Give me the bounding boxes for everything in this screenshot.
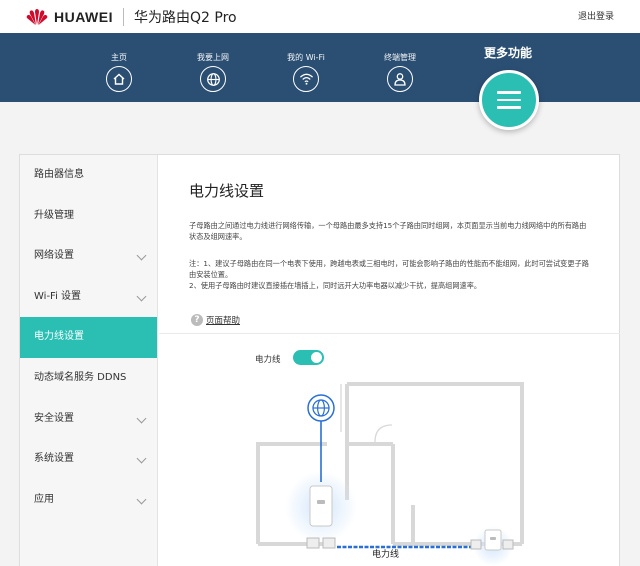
- product-name: 华为路由Q2 Pro: [134, 10, 237, 26]
- more-features-button[interactable]: [479, 70, 539, 130]
- huawei-logo-icon: [26, 9, 48, 25]
- more-features-label: 更多功能: [483, 46, 532, 60]
- sidebar-item-powerline[interactable]: 电力线设置: [20, 317, 157, 358]
- nav-item-home[interactable]: 主页: [89, 53, 149, 92]
- wall-socket-main: [306, 537, 320, 549]
- nav-item-label: 终端管理: [384, 53, 416, 62]
- sidebar-item-label: 安全设置: [34, 412, 74, 424]
- main-router-icon: [309, 485, 333, 527]
- sidebar-item-label: 电力线设置: [34, 331, 84, 343]
- toggle-knob: [311, 352, 322, 363]
- nav-item-label: 我要上网: [197, 53, 229, 62]
- nav-item-label: 我的 Wi-Fi: [287, 53, 325, 62]
- sidebar-item-security[interactable]: 安全设置: [20, 399, 157, 440]
- sidebar-item-label: 升级管理: [34, 209, 74, 221]
- sidebar-item-label: 应用: [34, 493, 54, 505]
- menu-icon: [497, 86, 521, 113]
- powerline-diagram: [256, 382, 524, 566]
- home-icon: [106, 66, 132, 92]
- sidebar-item-wifi[interactable]: Wi-Fi 设置: [20, 277, 157, 318]
- chevron-down-icon: [136, 494, 147, 505]
- section-divider: [159, 333, 620, 334]
- powerline-toggle[interactable]: [293, 350, 324, 365]
- sidebar-item-label: 动态域名服务 DDNS: [34, 371, 127, 383]
- sidebar-item-ddns[interactable]: 动态域名服务 DDNS: [20, 358, 157, 399]
- wifi-icon: [293, 66, 319, 92]
- logout-link[interactable]: 退出登录: [578, 9, 614, 22]
- settings-panel: 路由器信息 升级管理 网络设置 Wi-Fi 设置 电力线设置 动态域名服务 DD…: [19, 154, 620, 566]
- logo: HUAWEI 华为路由Q2 Pro: [26, 7, 237, 27]
- chevron-down-icon: [136, 453, 147, 464]
- page-description: 子母路由之间通过电力线进行网络传输，一个母路由最多支持15个子路由同时组网，本页…: [189, 221, 587, 241]
- sidebar-item-system[interactable]: 系统设置: [20, 439, 157, 480]
- nav-item-devices[interactable]: 终端管理: [370, 53, 430, 92]
- top-bar: HUAWEI 华为路由Q2 Pro 退出登录: [0, 0, 640, 33]
- nav-item-label: 主页: [111, 53, 127, 62]
- sidebar-item-network[interactable]: 网络设置: [20, 236, 157, 277]
- internet-globe-icon: [307, 394, 335, 422]
- wall-socket-sub-2: [502, 539, 514, 550]
- sidebar: 路由器信息 升级管理 网络设置 Wi-Fi 设置 电力线设置 动态域名服务 DD…: [20, 155, 158, 566]
- chevron-down-icon: [136, 291, 147, 302]
- note-line-1: 注：1、建议子母路由在同一个电表下使用，跨越电表或三相电时，可能会影响子路由的性…: [189, 259, 589, 279]
- powerline-toggle-label: 电力线: [255, 355, 281, 365]
- page-title: 电力线设置: [189, 182, 265, 200]
- diagram-caption: 电力线: [372, 550, 400, 560]
- nav-item-my-wifi[interactable]: 我的 Wi-Fi: [276, 53, 336, 92]
- sidebar-item-router-info[interactable]: 路由器信息: [20, 155, 157, 196]
- chevron-down-icon: [136, 250, 147, 261]
- note-line-2: 2、使用子母路由时建议直接插在墙插上，同时远开大功率电器以减少干扰，提高组网速率…: [189, 281, 482, 290]
- user-icon: [387, 66, 413, 92]
- wall-socket-sub: [470, 539, 482, 550]
- page-note: 注：1、建议子母路由在同一个电表下使用，跨越电表或三相电时，可能会影响子路由的性…: [189, 258, 589, 291]
- chevron-down-icon: [136, 413, 147, 424]
- sidebar-item-label: 路由器信息: [34, 169, 84, 180]
- sidebar-item-label: 网络设置: [34, 250, 74, 262]
- globe-icon: [200, 66, 226, 92]
- header-divider: [123, 8, 124, 26]
- sub-router-icon: [484, 529, 502, 551]
- sidebar-item-label: 系统设置: [34, 453, 74, 465]
- main-nav: 主页 我要上网 我的 Wi-Fi 终端管理 更多功能: [0, 33, 640, 102]
- page-help-link[interactable]: ? 页面帮助: [191, 314, 240, 326]
- question-icon: ?: [191, 314, 203, 326]
- nav-item-internet[interactable]: 我要上网: [183, 53, 243, 92]
- brand-name: HUAWEI: [54, 9, 113, 25]
- sidebar-item-label: Wi-Fi 设置: [34, 290, 82, 302]
- content-area: 电力线设置 子母路由之间通过电力线进行网络传输，一个母路由最多支持15个子路由同…: [159, 155, 620, 566]
- sidebar-item-apps[interactable]: 应用: [20, 480, 157, 521]
- wall-socket-main-2: [322, 537, 336, 549]
- help-label: 页面帮助: [206, 316, 241, 326]
- sidebar-item-upgrade[interactable]: 升级管理: [20, 196, 157, 237]
